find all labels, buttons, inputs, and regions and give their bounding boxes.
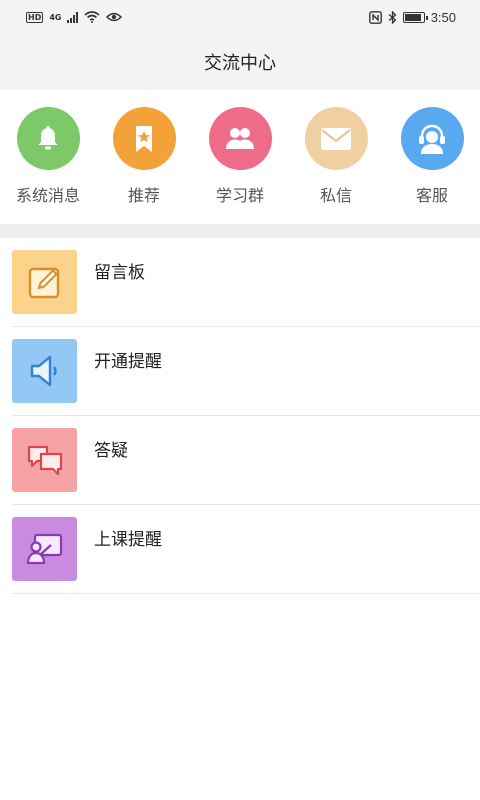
nfc-icon bbox=[368, 10, 382, 24]
entry-label: 客服 bbox=[415, 186, 448, 205]
edit-note-icon bbox=[12, 250, 77, 314]
entry-label: 系统消息 bbox=[15, 186, 80, 205]
list-item-label: 上课提醒 bbox=[94, 530, 162, 550]
group-icon bbox=[208, 107, 272, 170]
list-item-label: 开通提醒 bbox=[94, 352, 162, 372]
entry-private-message[interactable]: 私信 bbox=[291, 107, 381, 206]
entry-label: 推荐 bbox=[127, 186, 160, 205]
hd-badge: HD bbox=[26, 11, 44, 23]
chat-bubbles-icon bbox=[12, 428, 77, 492]
status-right: 3:50 bbox=[368, 9, 456, 25]
battery-icon bbox=[402, 11, 428, 23]
network-type: 4G bbox=[49, 12, 62, 22]
divider bbox=[12, 593, 480, 594]
entry-recommend[interactable]: 推荐 bbox=[99, 107, 189, 206]
entry-customer-service[interactable]: 客服 bbox=[387, 107, 477, 206]
entry-label: 学习群 bbox=[215, 186, 264, 205]
battery-level bbox=[404, 13, 421, 21]
bell-icon bbox=[16, 107, 80, 170]
bluetooth-icon bbox=[388, 10, 397, 24]
list-item-class-reminder[interactable]: 上课提醒 bbox=[0, 505, 480, 594]
wifi-icon bbox=[84, 11, 101, 23]
list-item-message-board[interactable]: 留言板 bbox=[0, 238, 480, 327]
bookmark-star-icon bbox=[112, 107, 176, 170]
entry-system-messages[interactable]: 系统消息 bbox=[3, 107, 93, 206]
teacher-board-icon bbox=[12, 517, 77, 581]
list-item-qa[interactable]: 答疑 bbox=[0, 416, 480, 505]
signal-icon bbox=[67, 11, 79, 23]
page-title: 交流中心 bbox=[204, 53, 276, 74]
status-left: HD 4G bbox=[26, 11, 123, 23]
status-bar: HD 4G 3:50 bbox=[0, 0, 480, 34]
headset-icon bbox=[400, 107, 464, 170]
feature-list: 留言板 开通提醒 答疑 上课提醒 bbox=[0, 238, 480, 594]
section-divider bbox=[0, 224, 480, 238]
mail-icon bbox=[304, 107, 368, 170]
quick-entries: 系统消息 推荐 学习群 私信 客服 bbox=[0, 90, 480, 224]
clock: 3:50 bbox=[430, 9, 456, 25]
speaker-icon bbox=[12, 339, 77, 403]
entry-study-group[interactable]: 学习群 bbox=[195, 107, 285, 206]
app-header: 交流中心 bbox=[0, 34, 480, 90]
list-item-label: 留言板 bbox=[94, 263, 145, 283]
list-item-activation-reminder[interactable]: 开通提醒 bbox=[0, 327, 480, 416]
eye-comfort-icon bbox=[106, 12, 123, 22]
list-item-label: 答疑 bbox=[94, 441, 128, 461]
entry-label: 私信 bbox=[319, 186, 352, 205]
